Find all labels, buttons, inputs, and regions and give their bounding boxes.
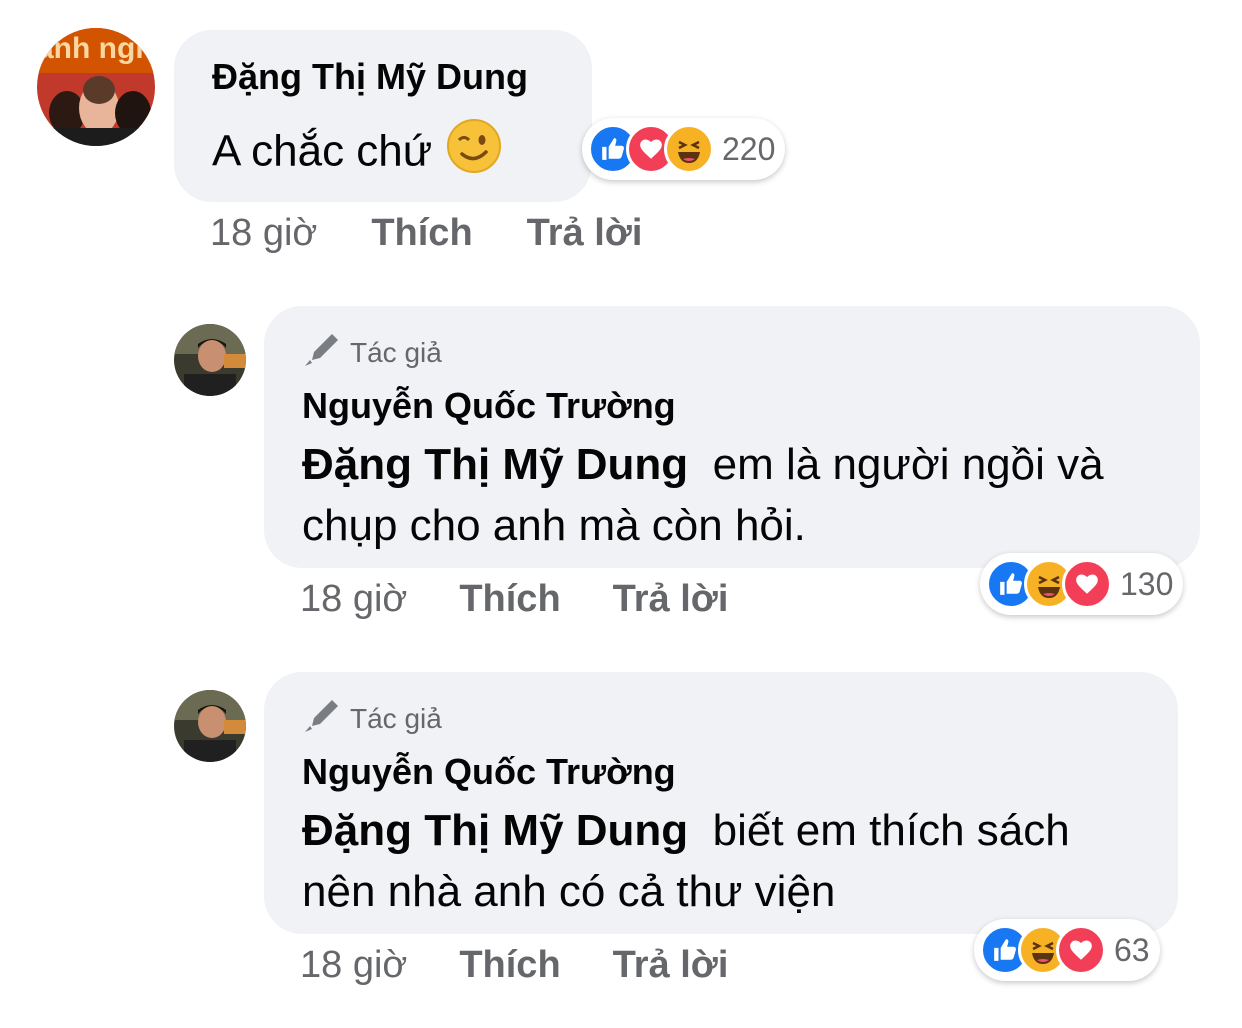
comment-time[interactable]: 18 giờ xyxy=(300,944,407,987)
comment-actions: 18 giờ Thích Trả lời xyxy=(300,578,728,621)
author-badge: Tác giả xyxy=(302,330,442,375)
comment-time[interactable]: 18 giờ xyxy=(210,212,317,255)
comment-text: A chắc chứ xyxy=(212,118,502,190)
reply-button[interactable]: Trả lời xyxy=(613,578,729,621)
like-button[interactable]: Thích xyxy=(459,578,560,621)
author-badge: Tác giả xyxy=(302,696,442,741)
author-badge-label: Tác giả xyxy=(350,336,442,368)
comment-text-line2: nên nhà anh có cả thư viện xyxy=(302,867,836,916)
avatar[interactable] xyxy=(174,690,246,762)
reaction-summary[interactable]: 130 xyxy=(980,553,1184,615)
comment-author[interactable]: Nguyễn Quốc Trường xyxy=(302,751,676,793)
avatar-logo-text: anh nghi xyxy=(37,32,155,65)
pen-icon xyxy=(302,330,342,375)
comment-time[interactable]: 18 giờ xyxy=(300,578,407,621)
love-icon xyxy=(1062,559,1112,609)
comment-text-line1: em là người ngồi và xyxy=(712,440,1104,489)
reaction-count: 220 xyxy=(722,130,776,167)
comment-text: Đặng Thị Mỹ Dung biết em thích sách nên … xyxy=(302,800,1162,922)
reply-button[interactable]: Trả lời xyxy=(527,212,643,255)
reaction-count: 130 xyxy=(1120,565,1174,602)
comment-text: Đặng Thị Mỹ Dung em là người ngồi và chụ… xyxy=(302,434,1182,556)
pen-icon xyxy=(302,696,342,741)
love-icon xyxy=(1056,925,1106,975)
reaction-count: 63 xyxy=(1114,931,1150,968)
reply-button[interactable]: Trả lời xyxy=(613,944,729,987)
comment-text-line1: biết em thích sách xyxy=(712,806,1070,855)
avatar[interactable] xyxy=(174,324,246,396)
mention-link[interactable]: Đặng Thị Mỹ Dung xyxy=(302,440,688,489)
author-badge-label: Tác giả xyxy=(350,702,442,734)
like-button[interactable]: Thích xyxy=(459,944,560,987)
comment-text-content: A chắc chứ xyxy=(212,126,433,176)
reaction-summary[interactable]: 63 xyxy=(974,919,1160,981)
comment-text-line2: chụp cho anh mà còn hỏi. xyxy=(302,501,806,550)
comment-author[interactable]: Nguyễn Quốc Trường xyxy=(302,385,676,427)
reaction-summary[interactable]: 220 xyxy=(582,118,786,180)
comment-actions: 18 giờ Thích Trả lời xyxy=(210,212,642,255)
comment-actions: 18 giờ Thích Trả lời xyxy=(300,944,728,987)
like-button[interactable]: Thích xyxy=(371,212,472,255)
wink-emoji-icon xyxy=(446,118,502,190)
haha-icon xyxy=(664,124,714,174)
mention-link[interactable]: Đặng Thị Mỹ Dung xyxy=(302,806,688,855)
avatar[interactable]: anh nghi xyxy=(37,28,155,146)
comment-author[interactable]: Đặng Thị Mỹ Dung xyxy=(212,56,528,98)
